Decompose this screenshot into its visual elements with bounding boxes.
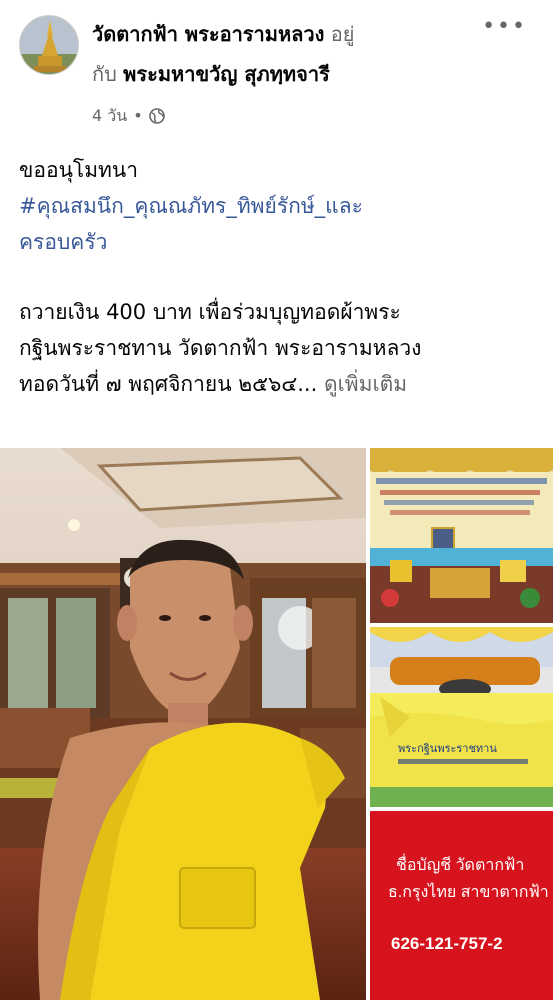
post-time[interactable]: 4 วัน [92,106,127,126]
post-body: ขออนุโมทนา #คุณสมนึก_คุณณภัทร_ทิพย์รักษ์… [19,152,539,402]
bank-account-name: ชื่อบัญชี วัดตากฟ้า [396,857,525,874]
post-text-line: ขออนุโมทนา [19,158,139,182]
globe-icon [148,108,165,124]
with-text-2: กับ [92,62,117,86]
post-meta: 4 วัน • [92,106,165,126]
tagged-person-link[interactable]: พระมหาขวัญ สุภทฺทจารี [123,62,330,86]
with-text: อยู่ [330,22,355,46]
photo-bank-account[interactable]: ชื่อบัญชี วัดตากฟ้า ธ.กรุงไทย สาขาตากฟ้า… [370,811,553,1000]
post-text-line: ทอดวันที่ ๗ พฤศจิกายน ๒๕๖๔... ดูเพิ่มเติ… [19,366,539,402]
see-more-link[interactable]: ดูเพิ่มเติม [324,372,407,396]
hashtag-link-cont[interactable]: ครอบครัว [19,224,539,260]
page-avatar[interactable] [19,15,79,75]
photo-kathin-robe[interactable]: พระกฐินพระราชทาน [370,627,553,807]
post-text-truncated: ทอดวันที่ ๗ พฤศจิกายน ๒๕๖๔... [19,372,318,396]
post-title-line-2: กับ พระมหาขวัญ สุภทฺทจารี [92,60,330,88]
post-text-line: ถวายเงิน 400 บาท เพื่อร่วมบุญทอดผ้าพระ [19,300,401,324]
meta-separator: • [133,106,143,125]
bank-branch: ธ.กรุงไทย สาขาตากฟ้า [388,884,549,901]
photo-shrine-banner[interactable] [370,448,553,623]
page-name-link[interactable]: วัดตากฟ้า พระอารามหลวง [92,22,324,46]
photo-novice-monk[interactable] [0,448,366,1000]
post-text-line: กฐินพระราชทาน วัดตากฟ้า พระอารามหลวง [19,336,422,360]
hashtag-link[interactable]: #คุณสมนึก_คุณณภัทร_ทิพย์รักษ์_และ [19,188,539,224]
bank-account-card: ชื่อบัญชี วัดตากฟ้า ธ.กรุงไทย สาขาตากฟ้า… [370,811,553,1000]
robe-banner-caption: พระกฐินพระราชทาน [398,743,497,755]
more-options-icon[interactable]: ••• [482,14,527,40]
photo-grid: พระกฐินพระราชทาน ชื่อบัญชี วัดตากฟ้า ธ.ก… [0,448,553,1000]
post-header: วัดตากฟ้า พระอารามหลวง อยู่ กับ พระมหาขว… [0,0,553,140]
bank-account-number: 626-121-757-2 [391,934,503,953]
post-title-line: วัดตากฟ้า พระอารามหลวง อยู่ [92,20,355,48]
